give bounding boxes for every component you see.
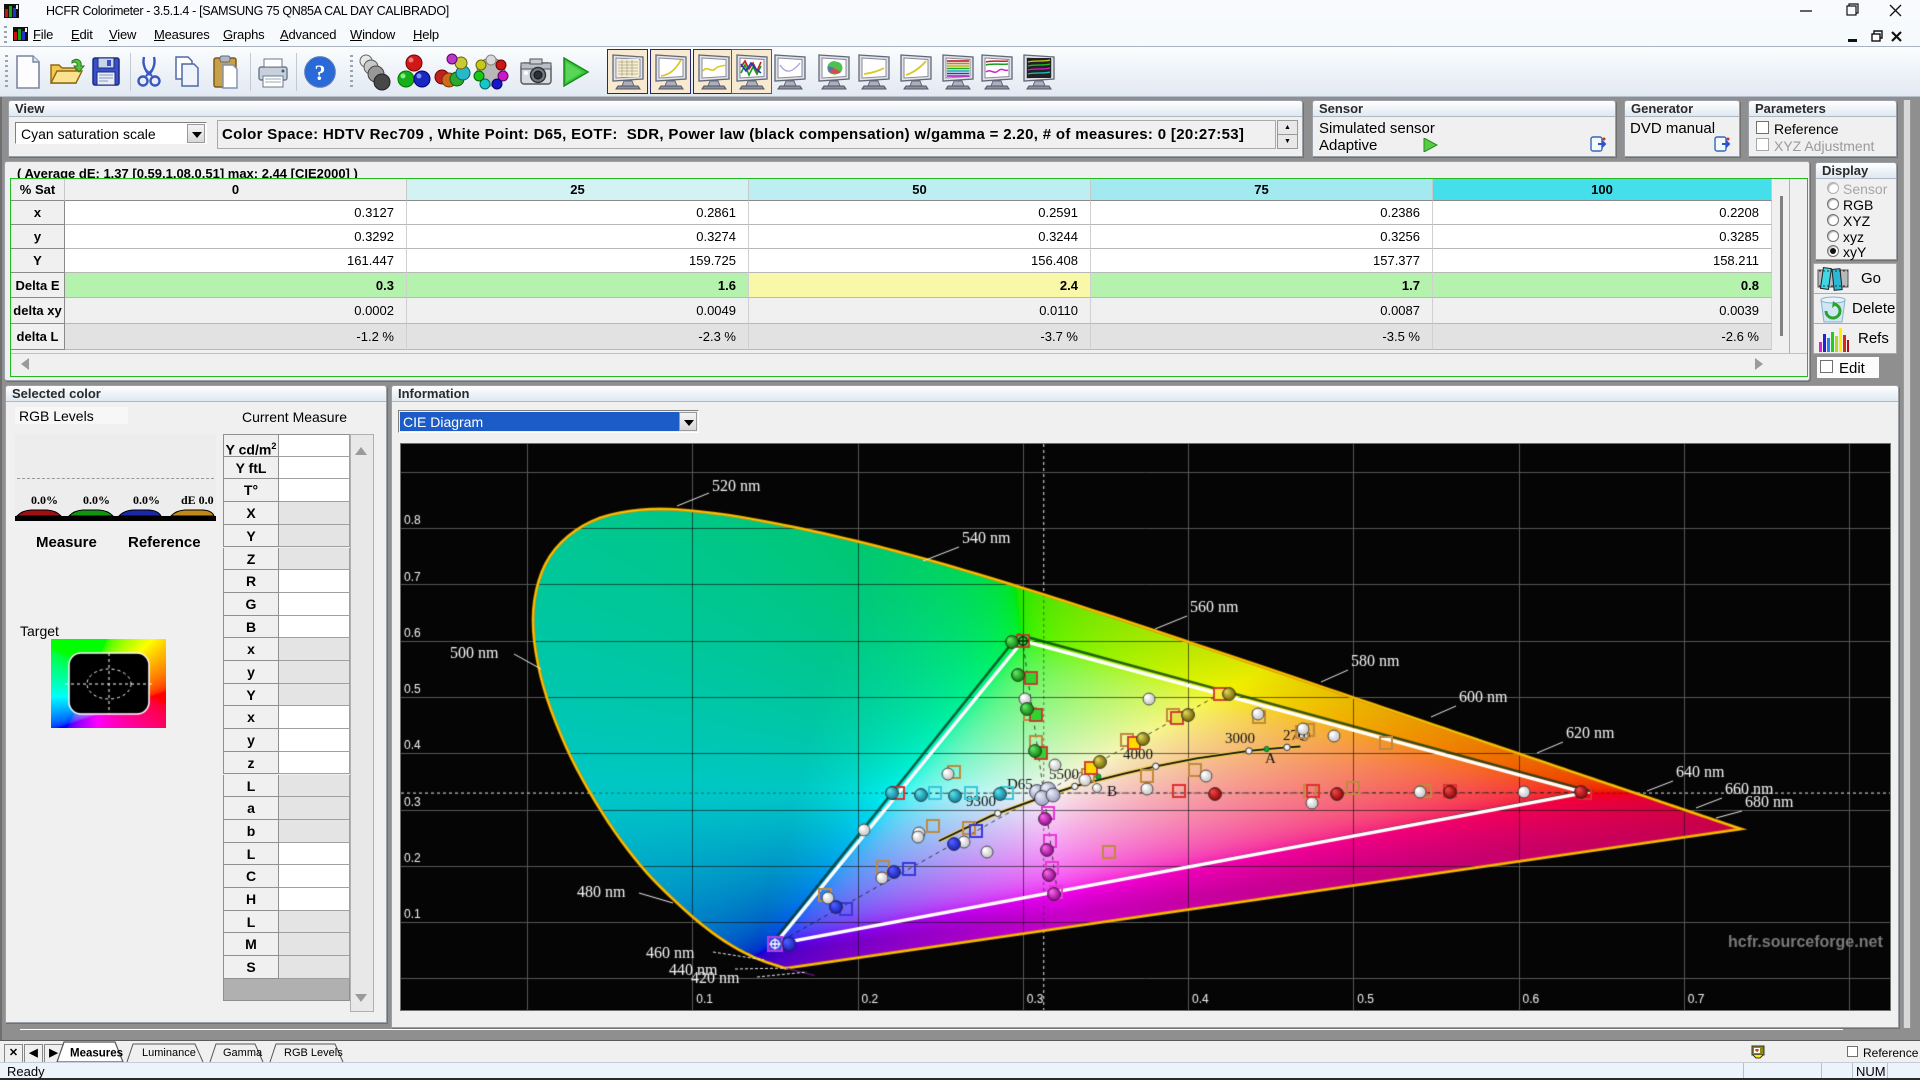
- svg-text:0.0%: 0.0%: [31, 493, 58, 507]
- svg-text:dE 0.0: dE 0.0: [181, 493, 214, 507]
- svg-text:?: ?: [315, 60, 326, 85]
- svg-text:Gamma: Gamma: [223, 1047, 263, 1059]
- svg-text:RGB Levels: RGB Levels: [284, 1047, 343, 1059]
- svg-text:Luminance: Luminance: [142, 1047, 196, 1059]
- svg-text:0.0%: 0.0%: [83, 493, 110, 507]
- svg-text:0.0%: 0.0%: [133, 493, 160, 507]
- svg-text:Measures: Measures: [70, 1048, 123, 1060]
